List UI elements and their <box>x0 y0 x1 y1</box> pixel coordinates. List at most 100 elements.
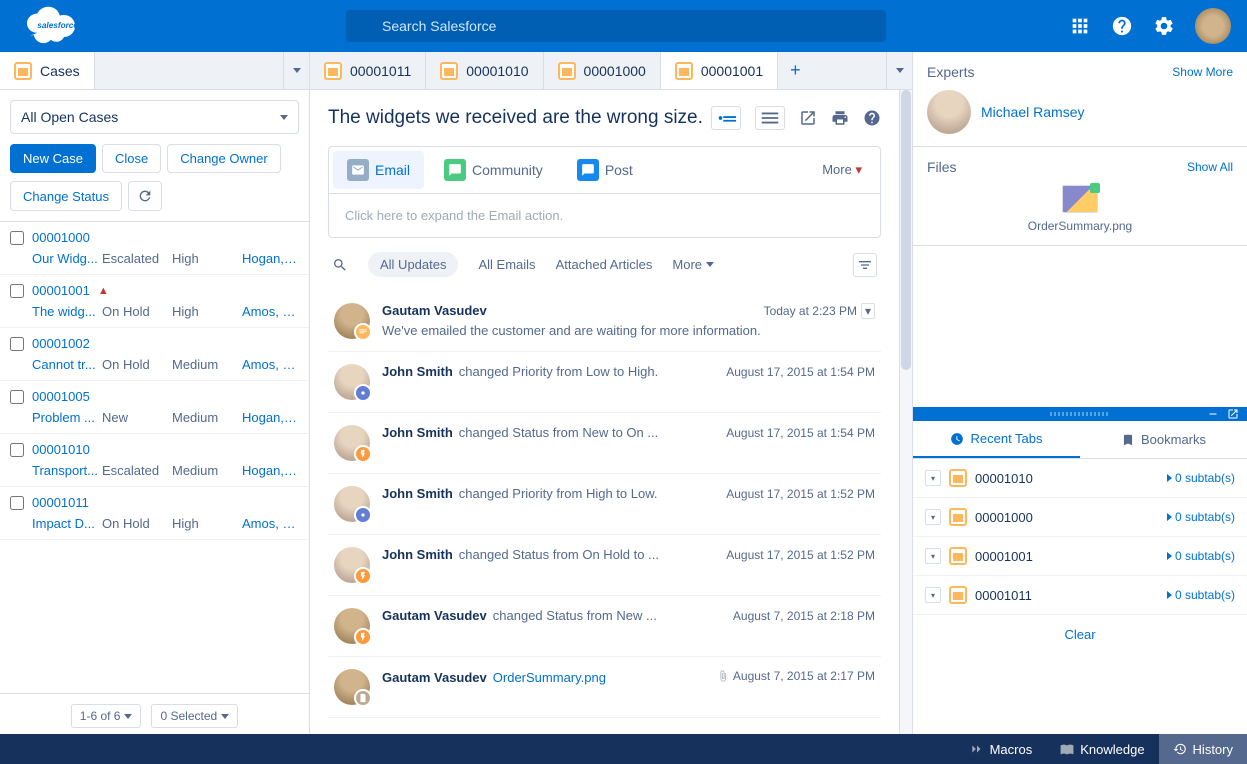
publisher-more[interactable]: More ▾ <box>808 162 876 178</box>
app-launcher-icon[interactable] <box>1069 15 1091 37</box>
recent-tabs-tab[interactable]: Recent Tabs <box>913 421 1080 458</box>
recent-subtab-count[interactable]: 0 subtab(s) <box>1167 588 1235 602</box>
feed-avatar[interactable] <box>334 303 370 339</box>
cases-nav-tab[interactable]: Cases <box>0 52 95 89</box>
workspace-tab[interactable]: 00001000 <box>544 52 661 89</box>
feed-view-icon[interactable] <box>711 106 741 130</box>
bookmarks-tab[interactable]: Bookmarks <box>1080 421 1247 458</box>
popout-icon[interactable] <box>799 109 817 127</box>
feed-avatar[interactable] <box>334 425 370 461</box>
case-owner-link[interactable]: Hogan, M... <box>242 251 299 266</box>
left-tab-dropdown[interactable] <box>283 52 309 89</box>
feed-avatar[interactable] <box>334 669 370 705</box>
recent-tab-label[interactable]: 00001011 <box>975 588 1159 603</box>
file-item[interactable]: OrderSummary.png <box>927 185 1233 233</box>
feed-author[interactable]: John Smith <box>382 425 453 440</box>
feed-avatar[interactable] <box>334 486 370 522</box>
macros-footer-item[interactable]: Macros <box>956 734 1047 764</box>
feed-sort-icon[interactable] <box>853 253 877 277</box>
new-case-button[interactable]: New Case <box>10 144 96 173</box>
case-number-link[interactable]: 00001001 <box>32 283 90 298</box>
feed-author[interactable]: Gautam Vasudev <box>382 303 487 318</box>
post-tab[interactable]: Post <box>563 151 647 189</box>
case-number-link[interactable]: 00001000 <box>32 230 90 245</box>
list-view-icon[interactable] <box>755 106 785 130</box>
case-subject-link[interactable]: Impact D... <box>32 516 102 531</box>
email-tab[interactable]: Email <box>333 151 424 189</box>
case-subject-link[interactable]: Our Widg... <box>32 251 102 266</box>
case-checkbox[interactable] <box>10 496 24 510</box>
community-tab[interactable]: Community <box>430 151 557 189</box>
user-avatar[interactable] <box>1195 8 1231 44</box>
popout-utility-icon[interactable] <box>1227 408 1239 420</box>
feed-author[interactable]: Gautam Vasudev <box>382 670 487 685</box>
workspace-tab[interactable]: 00001010 <box>426 52 543 89</box>
change-owner-button[interactable]: Change Owner <box>167 144 280 173</box>
search-input[interactable] <box>346 10 886 42</box>
case-owner-link[interactable]: Hogan, M... <box>242 410 299 425</box>
case-checkbox[interactable] <box>10 231 24 245</box>
feed-avatar[interactable] <box>334 364 370 400</box>
history-footer-item[interactable]: History <box>1159 734 1247 764</box>
recent-row-dropdown[interactable]: ▾ <box>925 587 941 603</box>
salesforce-logo[interactable]: salesforce <box>16 2 346 50</box>
workspace-tab[interactable]: 00001001 <box>661 52 778 89</box>
feed-author[interactable]: John Smith <box>382 547 453 562</box>
case-checkbox[interactable] <box>10 390 24 404</box>
case-owner-link[interactable]: Amos, Jon <box>242 357 299 372</box>
feed-avatar[interactable] <box>334 547 370 583</box>
filter-all-updates[interactable]: All Updates <box>368 252 458 277</box>
expert-name[interactable]: Michael Ramsey <box>981 104 1084 120</box>
help-icon[interactable] <box>1111 15 1133 37</box>
case-number-link[interactable]: 00001002 <box>32 336 90 351</box>
change-status-button[interactable]: Change Status <box>10 181 122 211</box>
feed-item-menu[interactable]: ▾ <box>861 303 875 319</box>
recent-tab-label[interactable]: 00001001 <box>975 549 1159 564</box>
workspace-tab[interactable]: 00001011 <box>310 52 426 89</box>
setup-gear-icon[interactable] <box>1153 15 1175 37</box>
case-owner-link[interactable]: Amos, Jon <box>242 516 299 531</box>
recent-row-dropdown[interactable]: ▾ <box>925 509 941 525</box>
utility-bar-handle[interactable] <box>913 407 1247 421</box>
case-subject-link[interactable]: Transport... <box>32 463 102 478</box>
recent-subtab-count[interactable]: 0 subtab(s) <box>1167 510 1235 524</box>
case-owner-link[interactable]: Hogan, M... <box>242 463 299 478</box>
clear-history-link[interactable]: Clear <box>913 615 1247 654</box>
case-number-link[interactable]: 00001011 <box>32 495 89 510</box>
recent-subtab-count[interactable]: 0 subtab(s) <box>1167 471 1235 485</box>
filter-all-emails[interactable]: All Emails <box>478 257 535 272</box>
case-checkbox[interactable] <box>10 284 24 298</box>
recent-row-dropdown[interactable]: ▾ <box>925 470 941 486</box>
files-show-all[interactable]: Show All <box>1187 160 1233 174</box>
publisher-body[interactable]: Click here to expand the Email action. <box>329 194 880 237</box>
mid-scrollbar[interactable] <box>900 90 912 748</box>
recent-subtab-count[interactable]: 0 subtab(s) <box>1167 549 1235 563</box>
recent-tab-label[interactable]: 00001000 <box>975 510 1159 525</box>
print-icon[interactable] <box>831 109 849 127</box>
case-subject-link[interactable]: Problem ... <box>32 410 102 425</box>
feed-author[interactable]: John Smith <box>382 364 453 379</box>
recent-tab-label[interactable]: 00001010 <box>975 471 1159 486</box>
case-subject-link[interactable]: The widg... <box>32 304 102 319</box>
case-subject-link[interactable]: Cannot tr... <box>32 357 102 372</box>
experts-show-more[interactable]: Show More <box>1172 65 1233 79</box>
minimize-icon[interactable] <box>1207 408 1219 420</box>
filter-more[interactable]: More <box>672 257 714 272</box>
feed-author[interactable]: John Smith <box>382 486 453 501</box>
case-checkbox[interactable] <box>10 443 24 457</box>
refresh-button[interactable] <box>128 181 162 211</box>
close-button[interactable]: Close <box>102 144 161 173</box>
expert-avatar[interactable] <box>927 90 971 134</box>
case-number-link[interactable]: 00001010 <box>32 442 90 457</box>
new-tab-button[interactable]: + <box>778 52 813 89</box>
tabs-overflow-dropdown[interactable] <box>886 52 912 89</box>
case-checkbox[interactable] <box>10 337 24 351</box>
list-view-selector[interactable]: All Open Cases <box>10 100 299 134</box>
feed-search-icon[interactable] <box>332 257 348 273</box>
case-owner-link[interactable]: Amos, Jon <box>242 304 299 319</box>
feed-attachment-link[interactable]: OrderSummary.png <box>493 670 606 685</box>
case-number-link[interactable]: 00001005 <box>32 389 90 404</box>
filter-articles[interactable]: Attached Articles <box>556 257 653 272</box>
knowledge-footer-item[interactable]: Knowledge <box>1046 734 1158 764</box>
selected-count-pill[interactable]: 0 Selected <box>151 704 238 728</box>
